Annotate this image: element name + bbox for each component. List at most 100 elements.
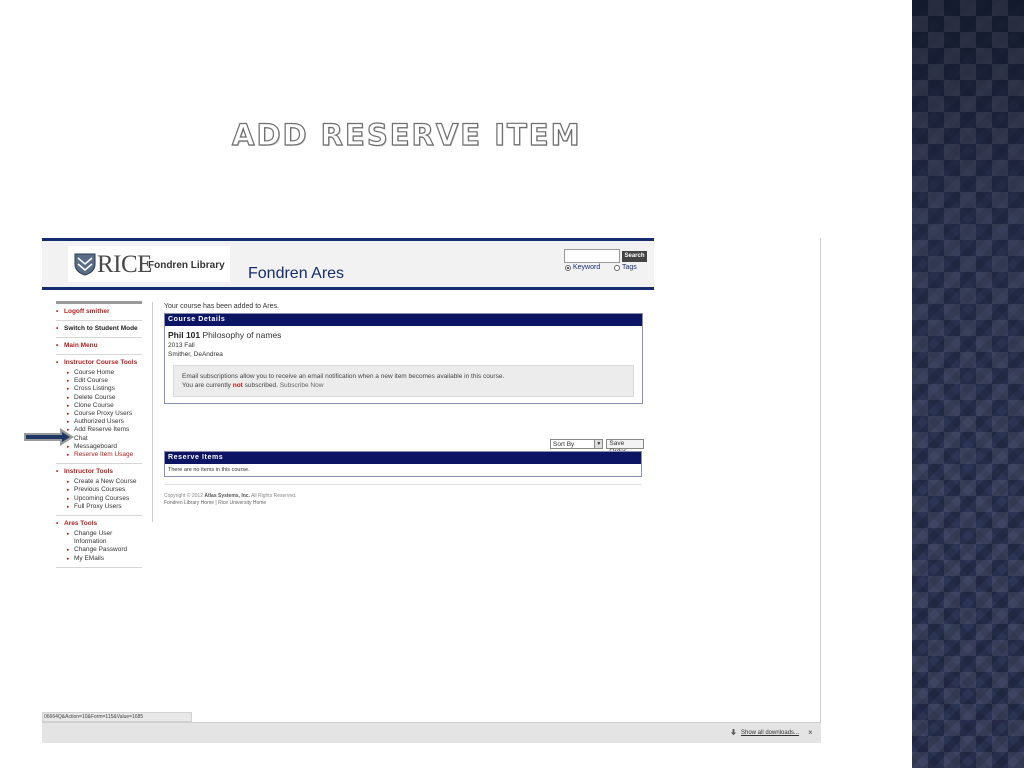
sidebar-section-switch: • Switch to Student Mode xyxy=(56,321,142,338)
footer-link-library[interactable]: Fondren Library Home xyxy=(164,500,214,506)
copyright-prefix: Copyright © 2012 xyxy=(164,493,203,499)
keyword-radio[interactable]: Keyword xyxy=(565,264,600,271)
instructor-tools-list: Create a New CoursePrevious CoursesUpcom… xyxy=(67,478,142,511)
sidebar-section-instructor-tools: • Instructor Tools Create a New CoursePr… xyxy=(56,464,142,517)
switch-mode-link[interactable]: • Switch to Student Mode xyxy=(56,325,142,333)
rice-logo[interactable]: RICE Fondren Library xyxy=(68,246,230,282)
course-details-panel: Course Details Phil 101 Philosophy of na… xyxy=(164,313,643,404)
bullet-icon: • xyxy=(56,342,59,349)
course-tools-item[interactable]: Reserve Item Usage xyxy=(67,451,142,459)
course-title: Phil 101 Philosophy of names xyxy=(165,326,642,341)
search-input[interactable] xyxy=(564,249,620,263)
tags-radio[interactable]: Tags xyxy=(614,264,637,271)
course-tools-heading[interactable]: • Instructor Course Tools xyxy=(56,359,142,367)
subscription-text: Email subscriptions allow you to receive… xyxy=(182,373,505,380)
subscription-box: Email subscriptions allow you to receive… xyxy=(173,365,634,397)
keyword-radio-label: Keyword xyxy=(573,264,601,271)
ares-tools-item[interactable]: Change Password xyxy=(67,546,142,554)
ares-tools-item[interactable]: Change User Information xyxy=(67,530,142,546)
subscribe-now-link[interactable]: Subscribe Now xyxy=(280,382,324,389)
sub-status-suffix: subscribed. xyxy=(244,382,278,389)
course-details-heading: Course Details xyxy=(165,314,642,326)
dropdown-arrow-icon: ▼ xyxy=(594,440,603,448)
library-name: Fondren Library xyxy=(148,260,225,271)
ares-tools-list: Change User InformationChange PasswordMy… xyxy=(67,530,142,563)
course-tools-item[interactable]: Chat xyxy=(67,435,142,443)
downloads-bar: Show all downloads... × xyxy=(42,722,821,743)
tags-radio-dot xyxy=(614,264,620,271)
footer-link-rice[interactable]: Rice University Home xyxy=(218,500,266,506)
no-items-message: There are no items in this course. xyxy=(168,467,250,473)
course-code: Phil 101 xyxy=(168,330,201,340)
site-name: Fondren Ares xyxy=(248,265,345,282)
ares-tools-heading[interactable]: • Ares Tools xyxy=(56,520,142,528)
bullet-icon: • xyxy=(56,359,59,366)
main-menu-label: Main Menu xyxy=(64,342,98,349)
instructor-tools-item[interactable]: Full Proxy Users xyxy=(67,503,142,511)
sidebar-section-logoff: • Logoff smither xyxy=(56,304,142,321)
reserve-items-heading: Reserve Items xyxy=(165,452,641,464)
footer-links: Fondren Library Home | Rice University H… xyxy=(164,500,266,506)
bullet-icon: • xyxy=(56,308,59,315)
course-tools-item[interactable]: Authorized Users xyxy=(67,418,142,426)
callout-arrow-icon xyxy=(24,428,74,446)
switch-mode-label: Switch to Student Mode xyxy=(64,325,138,332)
sort-by-value: Sort By xyxy=(553,441,575,448)
course-tools-list: Course HomeEdit CourseCross ListingsDele… xyxy=(67,369,142,459)
instructor-tools-item[interactable]: Previous Courses xyxy=(67,486,142,494)
sort-controls: Sort By ▼ Save Order xyxy=(550,439,644,455)
logo-rice-text: RICE xyxy=(97,251,152,278)
course-semester: 2013 Fall xyxy=(168,342,195,349)
sidebar-divider xyxy=(152,302,153,522)
course-tools-item[interactable]: Course Proxy Users xyxy=(67,410,142,418)
save-order-button[interactable]: Save Order xyxy=(606,439,644,455)
show-all-downloads-link[interactable]: Show all downloads... xyxy=(730,729,799,736)
instructor-tools-item[interactable]: Upcoming Courses xyxy=(67,495,142,503)
tags-radio-label: Tags xyxy=(622,264,637,271)
bullet-icon: • xyxy=(56,520,59,528)
sidebar-section-main-menu: • Main Menu xyxy=(56,338,142,355)
copyright-company: Atlas Systems, Inc. xyxy=(204,493,250,499)
sub-status-prefix: You are currently xyxy=(182,382,231,389)
added-notice: Your course has been added to Ares. xyxy=(164,303,279,310)
download-icon xyxy=(730,729,737,736)
subscription-status: You are currently not subscribed. Subscr… xyxy=(182,381,625,390)
course-tools-item[interactable]: Cross Listings xyxy=(67,385,142,393)
reserve-items-panel: Reserve Items There are no items in this… xyxy=(164,451,642,477)
main-menu-link[interactable]: • Main Menu xyxy=(56,342,142,350)
browser-screenshot: RICE Fondren Library Fondren Ares Search… xyxy=(42,238,821,743)
instructor-tools-heading[interactable]: • Instructor Tools xyxy=(56,468,142,476)
course-tools-label: Instructor Course Tools xyxy=(64,359,138,366)
search-button[interactable]: Search xyxy=(622,251,647,262)
course-tools-item[interactable]: Clone Course xyxy=(67,402,142,410)
instructor-tools-label: Instructor Tools xyxy=(64,468,113,476)
rice-shield-icon xyxy=(74,253,96,276)
ares-tools-label: Ares Tools xyxy=(64,520,98,528)
slide-title: ADD RESERVE ITEM xyxy=(231,117,582,152)
logoff-label: Logoff smither xyxy=(64,308,110,315)
bullet-icon: • xyxy=(56,468,59,476)
instructor-tools-item[interactable]: Create a New Course xyxy=(67,478,142,486)
course-instructor: Smither, DeAndrea xyxy=(168,351,223,358)
course-tools-item[interactable]: Edit Course xyxy=(67,377,142,385)
course-tools-item[interactable]: Messageboard xyxy=(67,443,142,451)
course-tools-item[interactable]: Course Home xyxy=(67,369,142,377)
copyright-suffix: All Rights Reserved. xyxy=(251,493,297,499)
bullet-icon: • xyxy=(56,325,59,332)
close-icon[interactable]: × xyxy=(808,728,813,737)
course-name: Philosophy of names xyxy=(202,330,282,340)
sidebar-section-course-tools: • Instructor Course Tools Course HomeEdi… xyxy=(56,355,142,465)
decorative-band xyxy=(912,0,1024,768)
sidebar-section-ares-tools: • Ares Tools Change User InformationChan… xyxy=(56,516,142,568)
ares-tools-item[interactable]: My EMails xyxy=(67,555,142,563)
sort-by-select[interactable]: Sort By ▼ xyxy=(550,439,604,449)
sub-status-not: not xyxy=(232,382,243,389)
course-tools-item[interactable]: Delete Course xyxy=(67,394,142,402)
show-all-downloads-label: Show all downloads... xyxy=(741,729,800,736)
status-url: 06664Q&Action=10&Form=115&Value=1685 xyxy=(42,712,192,722)
logoff-link[interactable]: • Logoff smither xyxy=(56,308,142,316)
footer-link-separator: | xyxy=(215,500,217,506)
keyword-radio-dot xyxy=(565,264,571,271)
course-tools-item[interactable]: Add Reserve Items xyxy=(67,426,142,434)
copyright: Copyright © 2012 Atlas Systems, Inc. All… xyxy=(164,492,296,500)
